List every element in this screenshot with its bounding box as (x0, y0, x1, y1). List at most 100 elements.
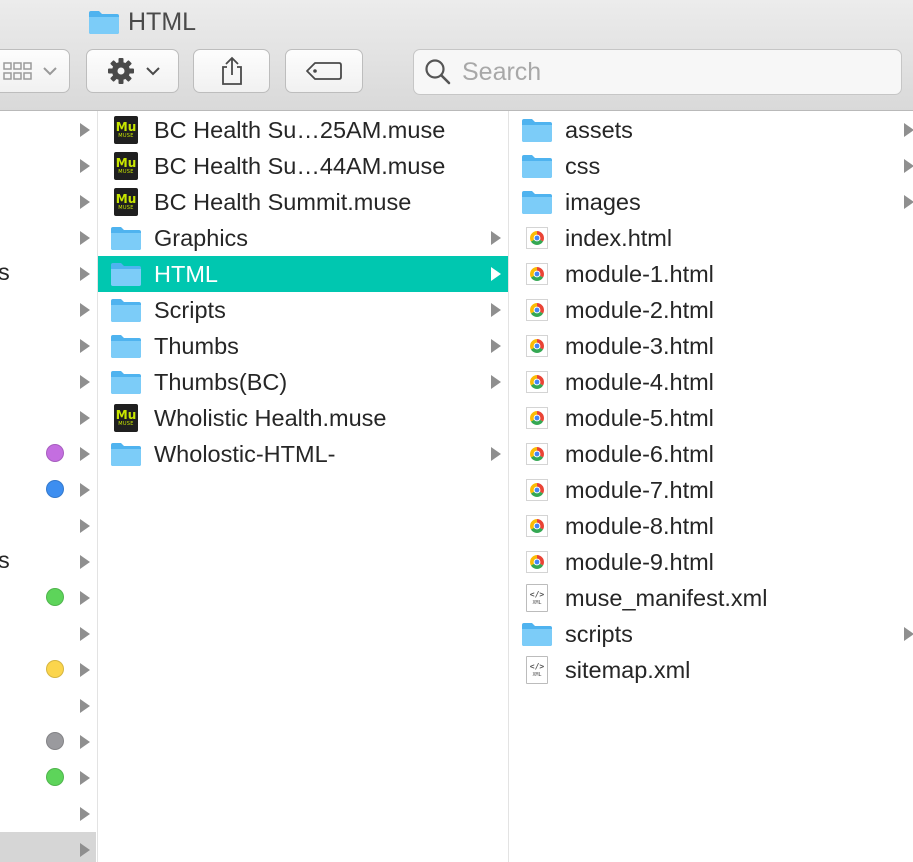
disclosure-arrow-icon[interactable] (80, 159, 90, 173)
disclosure-arrow-icon[interactable] (80, 411, 90, 425)
folder-icon (522, 623, 552, 646)
disclosure-arrow-icon[interactable] (80, 627, 90, 641)
file-row[interactable]: Mu MUSE BC Health Summit.muse (98, 184, 508, 220)
disclosure-arrow-icon[interactable] (80, 375, 90, 389)
disclosure-arrow-icon[interactable] (80, 123, 90, 137)
disclosure-arrow-icon[interactable] (80, 303, 90, 317)
disclosure-arrow-icon[interactable] (80, 771, 90, 785)
parent-row[interactable] (0, 220, 96, 256)
folder-column[interactable]: Mu MUSE BC Health Su…25AM.muse Mu MUSE BC Hea… (97, 111, 508, 862)
parent-row[interactable]: s (0, 256, 96, 292)
disclosure-arrow-icon[interactable] (80, 447, 90, 461)
window-title: HTML (88, 6, 196, 38)
disclosure-arrow-icon[interactable] (80, 267, 90, 281)
folder-row[interactable]: scripts (509, 616, 913, 652)
view-mode-button[interactable] (0, 49, 70, 93)
chrome-html-icon (526, 227, 548, 249)
parent-row[interactable] (0, 796, 96, 832)
disclosure-arrow-icon[interactable] (491, 303, 501, 317)
folder-icon (111, 443, 141, 466)
folder-row[interactable]: Thumbs (98, 328, 508, 364)
disclosure-arrow-icon[interactable] (80, 195, 90, 209)
parent-row[interactable] (0, 184, 96, 220)
folder-row[interactable]: HTML (98, 256, 508, 292)
item-name: css (565, 152, 601, 179)
file-row[interactable]: module-2.html (509, 292, 913, 328)
folder-row[interactable]: Wholostic-HTML- (98, 436, 508, 472)
file-row[interactable]: index.html (509, 220, 913, 256)
file-row[interactable]: module-5.html (509, 400, 913, 436)
file-row[interactable]: Mu MUSE BC Health Su…25AM.muse (98, 112, 508, 148)
disclosure-arrow-icon[interactable] (80, 663, 90, 677)
parent-row[interactable] (0, 472, 96, 508)
search-field[interactable] (413, 49, 902, 95)
action-menu-button[interactable] (86, 49, 179, 93)
parent-row[interactable] (0, 292, 96, 328)
contents-column[interactable]: assets css images index.html module-1.html mo… (508, 111, 913, 862)
disclosure-arrow-icon[interactable] (80, 807, 90, 821)
parent-row[interactable] (0, 760, 96, 796)
disclosure-arrow-icon[interactable] (491, 231, 501, 245)
disclosure-arrow-icon[interactable] (80, 735, 90, 749)
disclosure-arrow-icon[interactable] (80, 483, 90, 497)
item-name: module-9.html (565, 548, 714, 575)
search-input[interactable] (460, 56, 884, 88)
file-row[interactable]: module-3.html (509, 328, 913, 364)
folder-row[interactable]: Graphics (98, 220, 508, 256)
parent-row[interactable] (0, 580, 96, 616)
folder-row[interactable]: Scripts (98, 292, 508, 328)
parent-row[interactable] (0, 436, 96, 472)
disclosure-arrow-icon[interactable] (904, 159, 913, 173)
parent-row[interactable] (0, 364, 96, 400)
disclosure-arrow-icon[interactable] (904, 123, 913, 137)
disclosure-arrow-icon[interactable] (80, 591, 90, 605)
file-row[interactable]: module-7.html (509, 472, 913, 508)
file-row[interactable]: </> XML sitemap.xml (509, 652, 913, 688)
folder-row[interactable]: images (509, 184, 913, 220)
parent-row[interactable] (0, 328, 96, 364)
disclosure-arrow-icon[interactable] (80, 339, 90, 353)
file-row[interactable]: module-1.html (509, 256, 913, 292)
disclosure-arrow-icon[interactable] (491, 375, 501, 389)
file-row[interactable]: module-9.html (509, 544, 913, 580)
parent-row[interactable] (0, 724, 96, 760)
parent-row[interactable] (0, 688, 96, 724)
disclosure-arrow-icon[interactable] (80, 699, 90, 713)
parent-row[interactable] (0, 652, 96, 688)
folder-row[interactable]: css (509, 148, 913, 184)
parent-row[interactable] (0, 400, 96, 436)
parent-row[interactable] (0, 832, 96, 862)
file-row[interactable]: Mu MUSE BC Health Su…44AM.muse (98, 148, 508, 184)
parent-row[interactable] (0, 148, 96, 184)
file-row[interactable]: module-6.html (509, 436, 913, 472)
file-row[interactable]: Mu MUSE Wholistic Health.muse (98, 400, 508, 436)
share-button[interactable] (193, 49, 270, 93)
parent-row[interactable] (0, 508, 96, 544)
folder-row[interactable]: assets (509, 112, 913, 148)
disclosure-arrow-icon[interactable] (80, 519, 90, 533)
disclosure-arrow-icon[interactable] (80, 555, 90, 569)
item-icon-wrap: Mu MUSE (110, 404, 142, 432)
disclosure-arrow-icon[interactable] (491, 447, 501, 461)
disclosure-arrow-icon[interactable] (491, 339, 501, 353)
file-row[interactable]: </> XML muse_manifest.xml (509, 580, 913, 616)
file-row[interactable]: module-4.html (509, 364, 913, 400)
disclosure-arrow-icon[interactable] (904, 195, 913, 209)
disclosure-arrow-icon[interactable] (904, 627, 913, 641)
parent-row[interactable] (0, 616, 96, 652)
chrome-html-icon (526, 371, 548, 393)
item-name: module-6.html (565, 440, 714, 467)
file-row[interactable]: module-8.html (509, 508, 913, 544)
disclosure-arrow-icon[interactable] (80, 231, 90, 245)
chrome-html-icon (526, 335, 548, 357)
parent-row[interactable]: s (0, 544, 96, 580)
parent-column[interactable]: ss (0, 111, 96, 862)
disclosure-arrow-icon[interactable] (491, 267, 501, 281)
disclosure-arrow-icon[interactable] (80, 843, 90, 857)
folder-row[interactable]: Thumbs(BC) (98, 364, 508, 400)
parent-row[interactable] (0, 112, 96, 148)
xml-file-icon: </> XML (526, 584, 548, 612)
item-icon-wrap (110, 333, 142, 359)
tags-button[interactable] (285, 49, 363, 93)
chrome-html-icon (526, 551, 548, 573)
